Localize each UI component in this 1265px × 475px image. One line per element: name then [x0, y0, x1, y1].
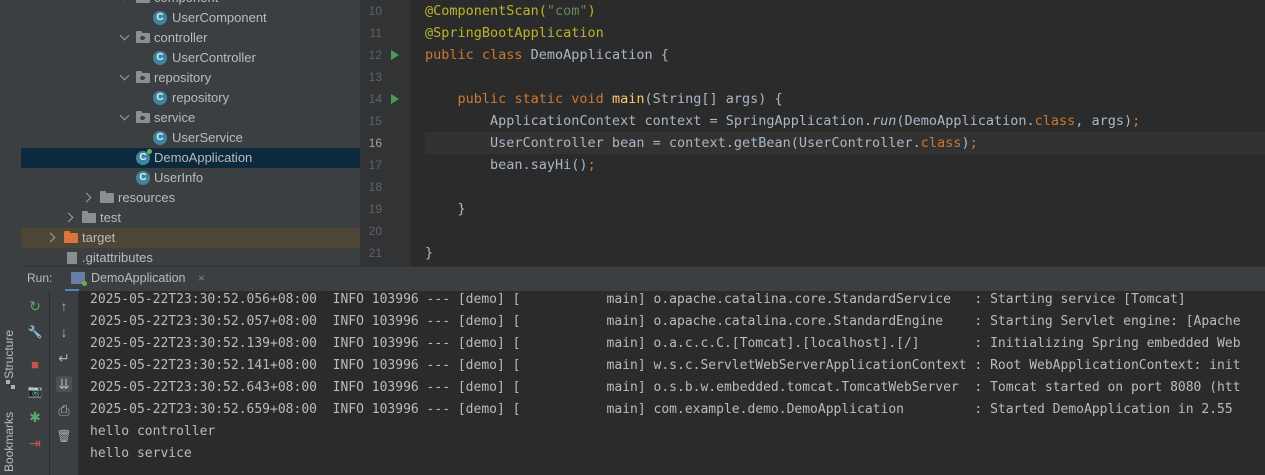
tree-item-test[interactable]: test	[21, 208, 360, 228]
rerun-icon[interactable]: ↻	[27, 298, 43, 314]
close-icon[interactable]: ×	[198, 271, 205, 285]
line-number: 18	[368, 180, 382, 194]
chevron-right-icon[interactable]	[81, 192, 92, 203]
folder-icon	[82, 211, 96, 223]
line-number: 12	[368, 48, 382, 62]
wrench-icon[interactable]: 🔧	[27, 324, 43, 340]
code-line-10: @ComponentScan("com")	[425, 3, 596, 19]
package-folder-icon	[136, 31, 150, 43]
soft-wrap-icon[interactable]: ↵	[56, 350, 72, 366]
class-icon: C	[153, 11, 167, 25]
line-number-current: 16	[368, 136, 382, 150]
tree-item-resources[interactable]: resources	[21, 188, 360, 208]
line-number: 21	[368, 246, 382, 260]
excluded-folder-icon	[64, 231, 78, 243]
structure-icon	[6, 380, 15, 389]
console-line: 2025-05-22T23:30:52.056+08:00 INFO 10399…	[90, 292, 1186, 307]
project-tree: component C UserComponent controller C U…	[21, 0, 360, 266]
console-line: 2025-05-22T23:30:52.643+08:00 INFO 10399…	[90, 380, 1241, 395]
run-config-icon	[71, 272, 87, 286]
chevron-right-icon[interactable]	[63, 212, 74, 223]
class-icon: C	[153, 91, 167, 105]
run-toolwindow-header: Run: DemoApplication ×	[21, 266, 1265, 292]
chevron-right-icon[interactable]	[45, 232, 56, 243]
line-number: 14	[368, 92, 382, 106]
console-output[interactable]: 2025-05-22T23:30:52.056+08:00 INFO 10399…	[79, 291, 1265, 475]
line-number: 13	[368, 70, 382, 84]
tree-item-demoapplication[interactable]: C DemoApplication	[21, 148, 360, 168]
structure-tab[interactable]: Structure	[2, 330, 16, 379]
line-number: 19	[368, 202, 382, 216]
console-line: 2025-05-22T23:30:52.057+08:00 INFO 10399…	[90, 314, 1241, 329]
line-number: 11	[369, 26, 382, 40]
run-gutter-icon[interactable]	[391, 50, 399, 60]
chevron-down-icon[interactable]	[119, 30, 130, 41]
code-line-16-current: UserController bean = context.getBean(Us…	[425, 132, 1265, 154]
folder-icon	[100, 191, 114, 203]
tree-item-userservice[interactable]: C UserService	[21, 128, 360, 148]
scroll-to-end-icon[interactable]: ⇊	[56, 376, 72, 392]
package-folder-icon	[136, 111, 150, 123]
code-line-21: }	[425, 245, 434, 261]
console-line: 2025-05-22T23:30:52.139+08:00 INFO 10399…	[90, 336, 1241, 351]
package-folder-icon	[136, 0, 150, 3]
chevron-down-icon[interactable]	[119, 70, 130, 81]
tree-item-userinfo[interactable]: C UserInfo	[21, 168, 360, 188]
arrow-down-icon[interactable]: ↓	[56, 324, 72, 340]
run-gutter-icon[interactable]	[391, 94, 399, 104]
code-line-17: bean.sayHi();	[425, 157, 596, 173]
file-icon	[67, 252, 77, 264]
code-line-15: ApplicationContext context = SpringAppli…	[425, 113, 1141, 129]
bookmarks-tab[interactable]: Bookmarks	[2, 412, 16, 472]
run-toolbar-secondary: ↑ ↓ ↵ ⇊ ⎙ 🗑	[50, 291, 79, 475]
run-tab-demoapplication[interactable]: DemoApplication ×	[65, 267, 205, 291]
trash-icon[interactable]: 🗑	[56, 428, 72, 444]
console-line: 2025-05-22T23:30:52.141+08:00 INFO 10399…	[90, 358, 1241, 373]
code-line-14: public static void main(String[] args) {	[457, 91, 783, 107]
code-line-12: public class DemoApplication {	[425, 47, 669, 63]
console-line: hello controller	[90, 424, 216, 439]
debug-bug-icon[interactable]: ✱	[27, 409, 43, 425]
left-tool-stripe: Structure Bookmarks	[0, 0, 22, 475]
tree-item-target[interactable]: target	[21, 228, 360, 248]
tree-item-usercomponent[interactable]: C UserComponent	[21, 8, 360, 28]
chevron-down-icon[interactable]	[119, 110, 130, 121]
run-label: Run:	[27, 271, 53, 285]
tree-item-gitattributes[interactable]: .gitattributes	[21, 248, 360, 266]
editor-gutter: 10 11 12 13 14 15 16 17 18 19 20 21	[360, 0, 425, 266]
tree-item-repository-class[interactable]: C repository	[21, 88, 360, 108]
line-number: 15	[368, 114, 382, 128]
code-editor[interactable]: @ComponentScan("com") @SpringBootApplica…	[411, 0, 1265, 266]
class-icon: C	[153, 51, 167, 65]
console-line: hello service	[90, 446, 192, 461]
tree-item-component[interactable]: component	[21, 0, 360, 8]
exit-icon[interactable]: ⇥	[27, 435, 43, 451]
stop-icon[interactable]: ■	[27, 357, 43, 373]
print-icon[interactable]: ⎙	[56, 402, 72, 418]
run-toolbar-primary: ↻ 🔧 ■ 📷 ✱ ⇥	[21, 291, 49, 475]
package-folder-icon	[136, 71, 150, 83]
arrow-up-icon[interactable]: ↑	[56, 298, 72, 314]
tree-item-controller[interactable]: controller	[21, 28, 360, 48]
tree-item-service[interactable]: service	[21, 108, 360, 128]
line-number: 10	[368, 4, 382, 18]
camera-icon[interactable]: 📷	[27, 383, 43, 399]
tree-item-repository-package[interactable]: repository	[21, 68, 360, 88]
line-number: 17	[368, 158, 382, 172]
tree-item-usercontroller[interactable]: C UserController	[21, 48, 360, 68]
class-icon: C	[136, 171, 150, 185]
console-line: 2025-05-22T23:30:52.659+08:00 INFO 10399…	[90, 402, 1233, 417]
line-number: 20	[368, 224, 382, 238]
code-line-19: }	[425, 201, 466, 217]
code-line-11: @SpringBootApplication	[425, 25, 604, 41]
spring-boot-class-icon: C	[136, 149, 152, 165]
class-icon: C	[153, 131, 167, 145]
